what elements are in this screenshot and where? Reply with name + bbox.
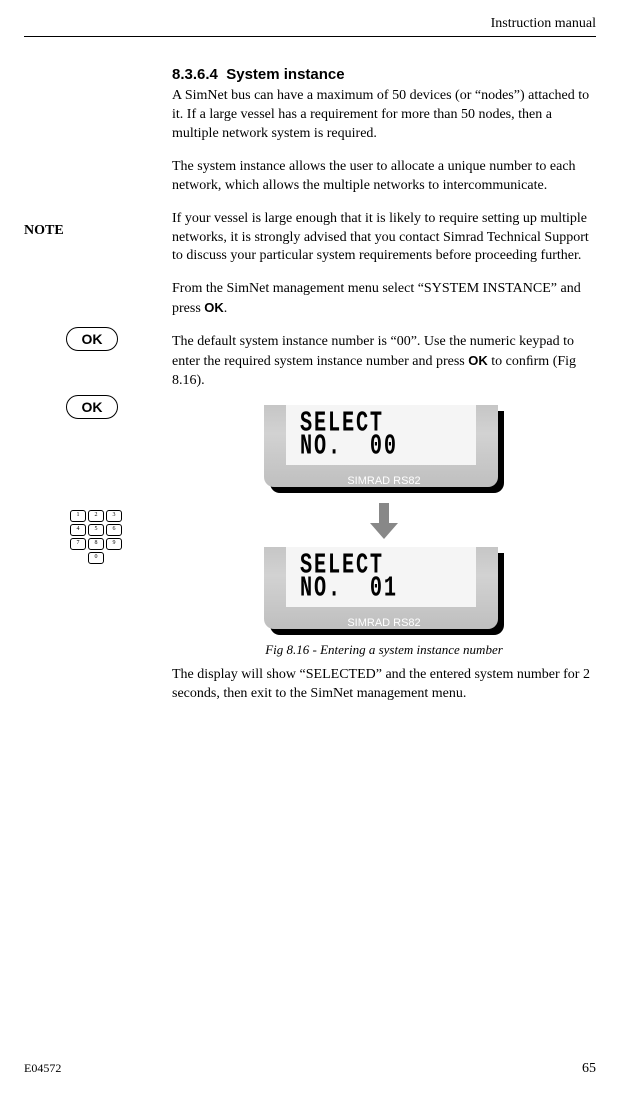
section-heading: 8.3.6.4 System instance	[172, 65, 596, 85]
paragraph: If your vessel is large enough that it i…	[172, 210, 596, 267]
keypad-key: 9	[106, 538, 122, 550]
numeric-keypad-icon: 1 2 3 4 5 6 7 8 9 0	[68, 510, 124, 566]
lcd-display-before: SELECT NO. 00 SIMRAD RS82	[264, 405, 504, 493]
keypad-key: 4	[70, 524, 86, 536]
figure-caption: Fig 8.16 - Entering a system instance nu…	[172, 641, 596, 659]
paragraph: The display will show “SELECTED” and the…	[172, 666, 596, 704]
ok-button-icon: OK	[66, 327, 118, 351]
page-header: Instruction manual	[24, 16, 596, 37]
keypad-key: 3	[106, 510, 122, 522]
main-content: 8.3.6.4 System instance A SimNet bus can…	[172, 65, 596, 718]
figure: SELECT NO. 00 SIMRAD RS82 SELECT	[172, 405, 596, 635]
keypad-key: 1	[70, 510, 86, 522]
keypad-key: 2	[88, 510, 104, 522]
doc-number: E04572	[24, 1061, 61, 1077]
ok-button-icon: OK	[66, 395, 118, 419]
paragraph: A SimNet bus can have a maximum of 50 de…	[172, 87, 596, 144]
keypad-key: 6	[106, 524, 122, 536]
keypad-key: 0	[88, 552, 104, 564]
paragraph: The default system instance number is “0…	[172, 333, 596, 391]
lcd-display-after: SELECT NO. 01 SIMRAD RS82	[264, 547, 504, 635]
paragraph: From the SimNet management menu select “…	[172, 280, 596, 319]
page-number: 65	[582, 1061, 596, 1077]
arrow-down-icon	[368, 503, 400, 539]
paragraph: The system instance allows the user to a…	[172, 158, 596, 196]
keypad-key: 7	[70, 538, 86, 550]
keypad-key: 5	[88, 524, 104, 536]
sidebar: NOTE OK OK 1 2 3 4 5 6 7 8 9	[24, 65, 172, 718]
keypad-key: 8	[88, 538, 104, 550]
page-footer: E04572 65	[24, 1061, 596, 1077]
note-label: NOTE	[24, 223, 64, 239]
